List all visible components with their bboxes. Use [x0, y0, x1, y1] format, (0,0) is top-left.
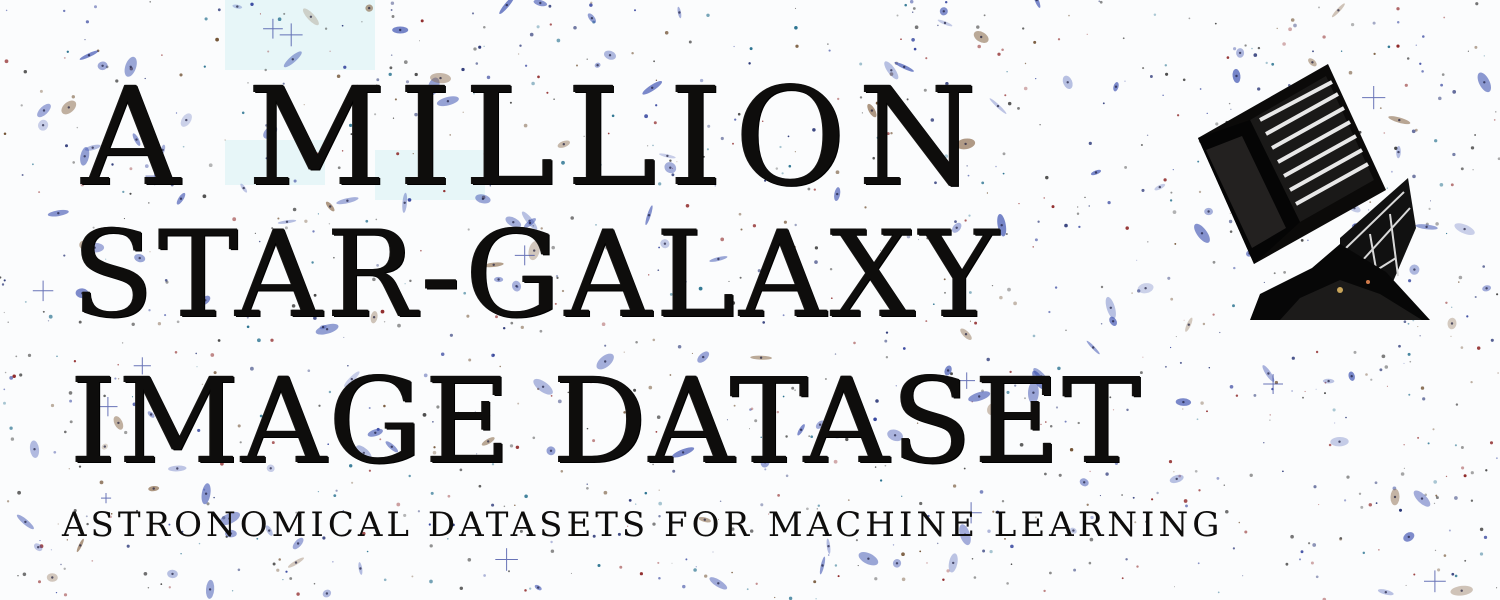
- title-line-2: STAR-GALAXY: [72, 206, 1003, 345]
- banner: A MILLION STAR-GALAXY IMAGE DATASET ASTR…: [0, 0, 1500, 600]
- title-line-1: A MILLION: [82, 59, 990, 217]
- telescope-icon: [1198, 64, 1430, 320]
- subtitle: ASTRONOMICAL DATASETS FOR MACHINE LEARNI…: [62, 505, 1224, 545]
- title-line-3: IMAGE DATASET: [70, 352, 1144, 490]
